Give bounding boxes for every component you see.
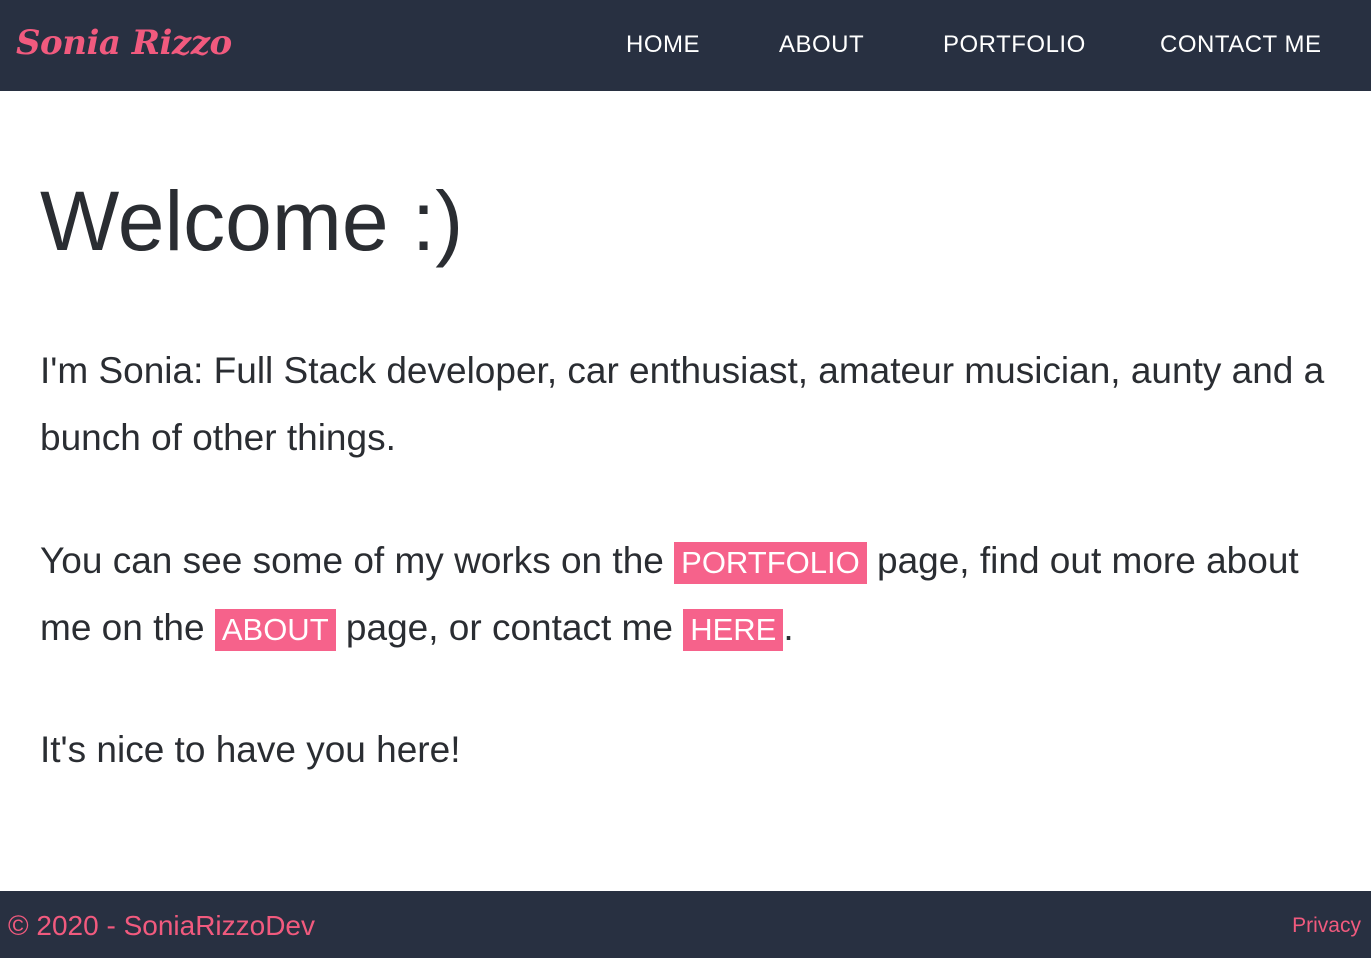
nav-link-about[interactable]: ABOUT (779, 30, 864, 60)
about-inline-link[interactable]: ABOUT (214, 609, 336, 651)
links-text-1: You can see some of my works on the (40, 540, 664, 581)
nav-link-portfolio[interactable]: PORTFOLIO (943, 30, 1086, 60)
intro-paragraph: I'm Sonia: Full Stack developer, car ent… (40, 350, 1325, 458)
page-title: Welcome :) (40, 174, 464, 268)
page: Sonia Rizzo HOME ABOUT PORTFOLIO CONTACT… (0, 0, 1371, 958)
links-text-4: . (783, 607, 794, 648)
brand-logo[interactable]: Sonia Rizzo (16, 21, 232, 65)
footer-copyright: © 2020 - SoniaRizzoDev (8, 910, 316, 941)
closing-paragraph: It's nice to have you here! (40, 729, 461, 770)
nav-link-contact[interactable]: CONTACT ME (1160, 30, 1321, 60)
navbar: Sonia Rizzo HOME ABOUT PORTFOLIO CONTACT… (0, 0, 1371, 91)
links-text-3: page, or contact me (345, 607, 673, 648)
links-paragraph: You can see some of my works on the PORT… (40, 527, 1340, 661)
here-inline-link[interactable]: HERE (683, 609, 784, 651)
privacy-link[interactable]: Privacy (1292, 913, 1361, 939)
portfolio-inline-link[interactable]: PORTFOLIO (674, 542, 867, 584)
footer: © 2020 - SoniaRizzoDev Privacy (0, 891, 1371, 958)
nav-link-home[interactable]: HOME (626, 30, 700, 60)
